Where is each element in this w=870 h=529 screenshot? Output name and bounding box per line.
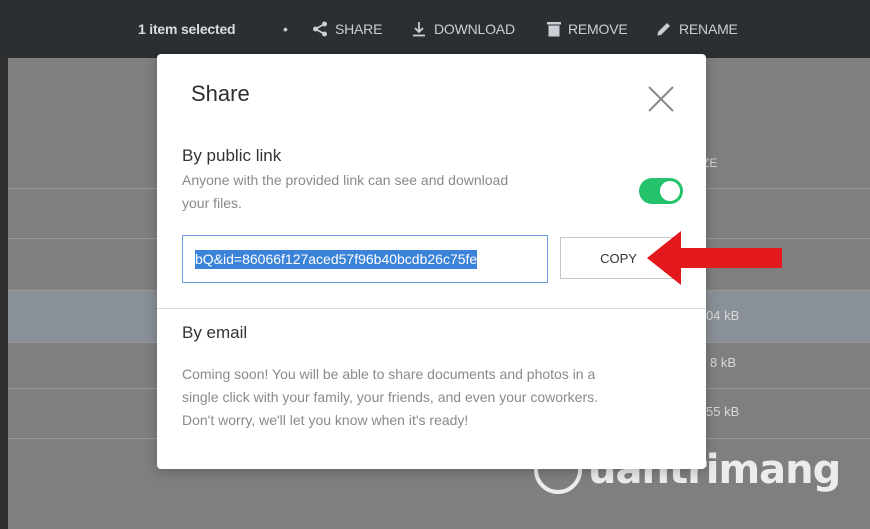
public-link-description: Anyone with the provided link can see an… bbox=[182, 169, 508, 215]
toolbar-separator: • bbox=[283, 21, 288, 37]
email-description: Coming soon! You will be able to share d… bbox=[182, 363, 598, 432]
download-button[interactable]: DOWNLOAD bbox=[411, 0, 515, 58]
toggle-knob bbox=[660, 181, 680, 201]
description-line: Don't worry, we'll let you know when it'… bbox=[182, 412, 469, 428]
description-line: single click with your family, your frie… bbox=[182, 389, 599, 405]
section-divider bbox=[157, 308, 706, 309]
annotation-arrow bbox=[647, 231, 782, 285]
file-size: 55 kB bbox=[706, 404, 740, 419]
share-icon bbox=[313, 21, 327, 37]
share-dialog: Share By public link Anyone with the pro… bbox=[157, 54, 706, 469]
download-icon bbox=[413, 22, 425, 37]
rename-label: RENAME bbox=[679, 21, 738, 37]
description-line: Anyone with the provided link can see an… bbox=[182, 172, 509, 188]
file-size: 04 kB bbox=[706, 308, 740, 323]
description-line: Coming soon! You will be able to share d… bbox=[182, 366, 596, 382]
share-label: SHARE bbox=[335, 21, 383, 37]
public-link-toggle[interactable] bbox=[639, 178, 683, 204]
description-line: your files. bbox=[182, 195, 242, 211]
email-heading: By email bbox=[182, 323, 248, 342]
dialog-title: Share bbox=[191, 81, 250, 106]
file-size: 8 kB bbox=[710, 355, 737, 370]
pencil-icon bbox=[657, 23, 670, 36]
download-label: DOWNLOAD bbox=[434, 21, 515, 37]
remove-button[interactable]: REMOVE bbox=[547, 0, 628, 58]
remove-label: REMOVE bbox=[568, 21, 628, 37]
link-text-selected: bQ&id=86066f127aced57f96b40bcdb26c75fe bbox=[195, 250, 478, 269]
share-button[interactable]: SHARE bbox=[312, 0, 382, 58]
public-link-heading: By public link bbox=[182, 146, 282, 165]
top-toolbar: 1 item selected • SHARE DOWNLOAD REMOVE … bbox=[0, 0, 870, 58]
selection-count: 1 item selected bbox=[138, 21, 236, 37]
public-link-field[interactable]: bQ&id=86066f127aced57f96b40bcdb26c75fe bbox=[182, 235, 548, 283]
rename-button[interactable]: RENAME bbox=[656, 0, 738, 58]
left-edge bbox=[0, 58, 8, 529]
trash-icon bbox=[547, 22, 561, 37]
close-icon[interactable] bbox=[646, 84, 676, 114]
